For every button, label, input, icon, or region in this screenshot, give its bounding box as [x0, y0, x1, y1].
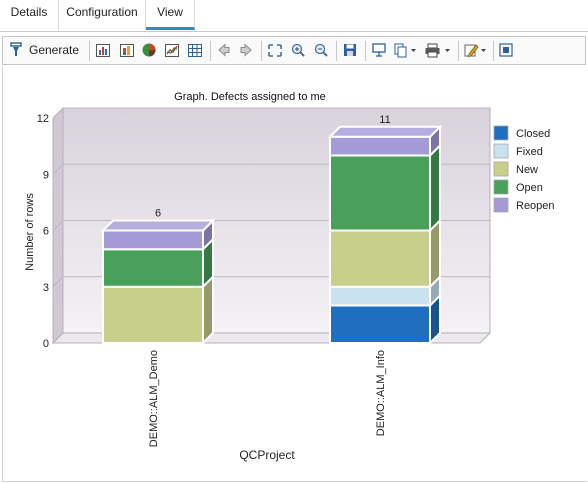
x-category-label: DEMO::ALM_Info — [375, 350, 387, 436]
legend-swatch — [493, 161, 509, 177]
chart-title: Graph. Defects assigned to me — [174, 91, 326, 103]
x-axis-label: QCProject — [239, 448, 295, 462]
legend-item-label: Open — [516, 182, 543, 194]
bar-segment — [329, 304, 431, 344]
legend-swatch — [493, 197, 509, 213]
legend-item-label: New — [516, 164, 538, 176]
bar-segment — [329, 154, 431, 232]
bar-segment-side — [429, 143, 441, 233]
y-axis-label: Number of rows — [24, 193, 36, 271]
y-tick-label: 12 — [37, 113, 49, 125]
bar-segment — [102, 285, 204, 344]
stacked-bar-chart: 0 3 6 9 126DEMO::ALM_Demo 11DEMO::ALM_Info Gra… — [24, 91, 558, 462]
legend-swatch — [493, 143, 509, 159]
y-tick-label: 9 — [43, 169, 49, 181]
bar-segment — [329, 135, 431, 157]
legend-item-label: Fixed — [516, 146, 543, 158]
legend-swatch — [493, 125, 509, 141]
bar-segment — [329, 229, 431, 288]
y-tick-label: 0 — [43, 338, 49, 350]
bar-segment-side — [429, 218, 441, 290]
bar-segment-side — [202, 274, 214, 346]
bar-top-face — [100, 219, 216, 232]
legend-item-label: Reopen — [516, 200, 555, 212]
y-tick-label: 6 — [43, 226, 49, 238]
x-category-label: DEMO::ALM_Demo — [148, 350, 160, 447]
bar-segment — [102, 229, 204, 251]
legend-item-label: Closed — [516, 128, 550, 140]
bar-total-label: 11 — [379, 114, 390, 126]
legend-swatch — [493, 179, 509, 195]
bar-segment — [102, 248, 204, 288]
bar-total-label: 6 — [155, 208, 161, 220]
y-tick-label: 3 — [43, 282, 49, 294]
bar-top-face — [327, 125, 443, 138]
bar-segment — [329, 285, 431, 307]
